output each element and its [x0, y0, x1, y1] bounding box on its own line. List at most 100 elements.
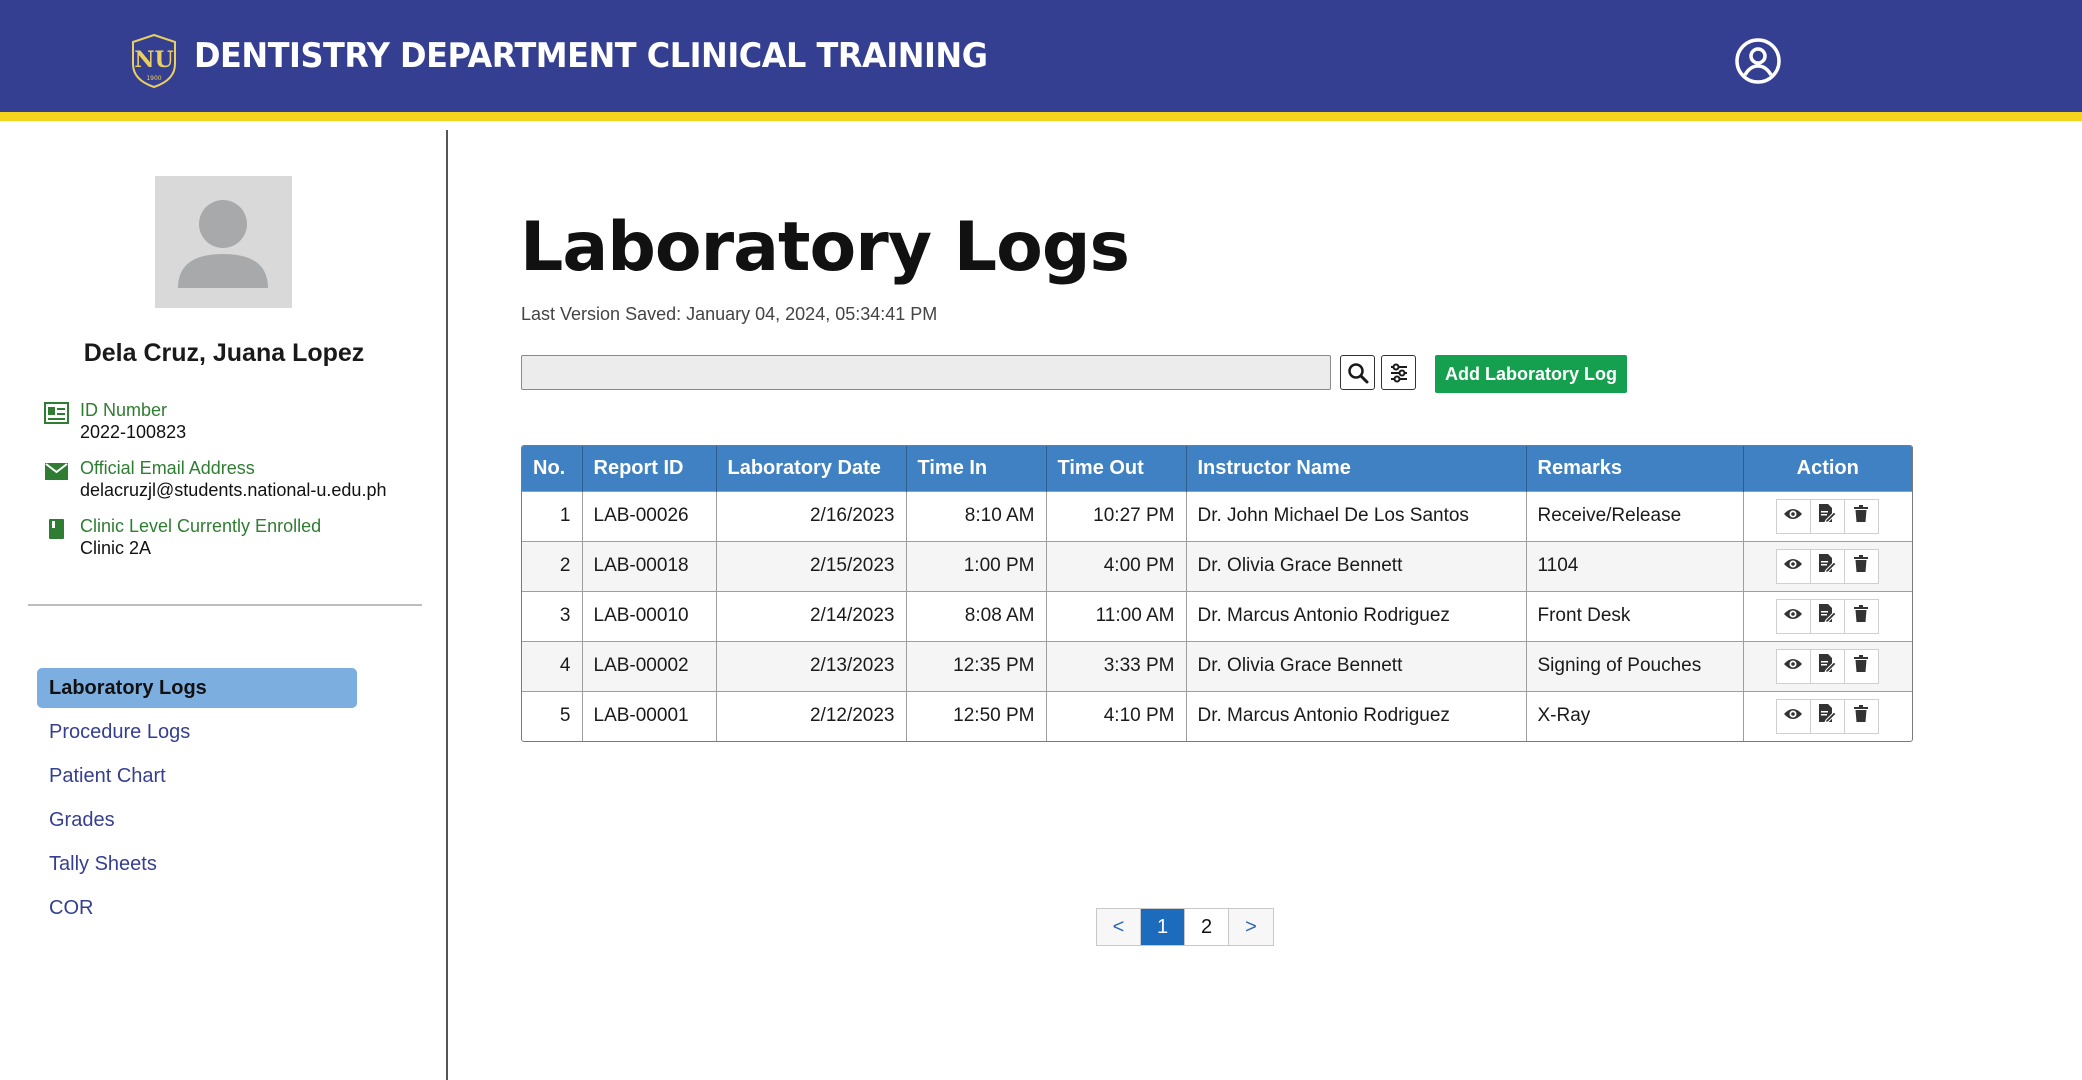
pagination: < 1 2 >	[1096, 908, 1274, 946]
trash-icon	[1854, 504, 1869, 528]
table-cell: Front Desk	[1526, 590, 1744, 641]
add-laboratory-log-button[interactable]: Add Laboratory Log	[1435, 355, 1627, 393]
avatar-placeholder-icon	[178, 200, 268, 288]
sidebar-nav: Laboratory Logs Procedure Logs Patient C…	[37, 668, 357, 932]
table-cell: LAB-00002	[582, 640, 717, 691]
sidebar-item-cor[interactable]: COR	[37, 888, 357, 928]
table-cell: 12:35 PM	[906, 640, 1047, 691]
delete-button[interactable]	[1843, 648, 1879, 684]
sidebar-item-tally-sheets[interactable]: Tally Sheets	[37, 844, 357, 884]
book-icon	[49, 519, 64, 539]
table-cell: LAB-00018	[582, 540, 717, 591]
eye-icon	[1783, 505, 1803, 527]
table-cell: Dr. Marcus Antonio Rodriguez	[1186, 690, 1527, 741]
column-header: Action	[1743, 446, 1912, 491]
sidebar: Dela Cruz, Juana Lopez ID Number 2022-10…	[0, 130, 448, 1080]
table-cell: 4:00 PM	[1046, 540, 1187, 591]
id-number-label: ID Number	[80, 400, 168, 420]
id-number-value: 2022-100823	[80, 422, 187, 442]
sidebar-item-patient-chart[interactable]: Patient Chart	[37, 756, 357, 796]
edit-button[interactable]	[1809, 498, 1845, 534]
view-button[interactable]	[1775, 548, 1811, 584]
table-row: 5 LAB-00001 2/12/2023 12:50 PM 4:10 PM Dr. Ma…	[522, 690, 1912, 741]
edit-document-icon	[1818, 553, 1837, 579]
table-row: 2 LAB-00018 2/15/2023 1:00 PM 4:00 PM Dr. Oli…	[522, 540, 1912, 591]
table-cell: 2/13/2023	[716, 640, 907, 691]
delete-button[interactable]	[1843, 698, 1879, 734]
search-icon	[1347, 362, 1368, 383]
sidebar-divider	[28, 604, 422, 606]
table-cell: Dr. Olivia Grace Bennett	[1186, 540, 1527, 591]
edit-button[interactable]	[1809, 648, 1845, 684]
eye-icon	[1783, 555, 1803, 577]
email-label: Official Email Address	[80, 458, 255, 478]
prev-page-button[interactable]: <	[1097, 909, 1141, 945]
delete-button[interactable]	[1843, 548, 1879, 584]
column-header: Laboratory Date	[716, 446, 907, 491]
app-title: DENTISTRY DEPARTMENT CLINICAL TRAINING	[194, 36, 988, 76]
edit-button[interactable]	[1809, 598, 1845, 634]
table-header-row: No. Report ID Laboratory Date Time In Ti…	[522, 446, 1912, 491]
clinic-level-label: Clinic Level Currently Enrolled	[80, 516, 322, 536]
page-button-2[interactable]: 2	[1185, 909, 1229, 945]
table-cell: 4	[522, 640, 583, 691]
action-cell	[1743, 590, 1912, 641]
edit-document-icon	[1818, 703, 1837, 729]
edit-document-icon	[1818, 603, 1837, 629]
column-header: Time In	[906, 446, 1047, 491]
table-cell: 4:10 PM	[1046, 690, 1187, 741]
search-input[interactable]	[521, 355, 1331, 390]
eye-icon	[1783, 605, 1803, 627]
table-cell: 1104	[1526, 540, 1744, 591]
view-button[interactable]	[1775, 648, 1811, 684]
view-button[interactable]	[1775, 698, 1811, 734]
sidebar-item-laboratory-logs[interactable]: Laboratory Logs	[37, 668, 357, 708]
trash-icon	[1854, 604, 1869, 628]
page-button-1[interactable]: 1	[1141, 909, 1185, 945]
user-account-icon[interactable]	[1734, 37, 1782, 85]
laboratory-logs-table: No. Report ID Laboratory Date Time In Ti…	[521, 445, 1913, 742]
edit-document-icon	[1818, 653, 1837, 679]
eye-icon	[1783, 705, 1803, 727]
table-cell: 2/15/2023	[716, 540, 907, 591]
table-row: 1 LAB-00026 2/16/2023 8:10 AM 10:27 PM Dr. Jo…	[522, 490, 1912, 541]
top-header: NU 1900 DENTISTRY DEPARTMENT CLINICAL TR…	[0, 0, 2082, 121]
table-cell: 8:10 AM	[906, 490, 1047, 541]
sidebar-item-grades[interactable]: Grades	[37, 800, 357, 840]
view-button[interactable]	[1775, 598, 1811, 634]
column-header: No.	[522, 446, 583, 491]
table-cell: 3	[522, 590, 583, 641]
trash-icon	[1854, 554, 1869, 578]
trash-icon	[1854, 654, 1869, 678]
edit-button[interactable]	[1809, 548, 1845, 584]
table-cell: 1	[522, 490, 583, 541]
edit-button[interactable]	[1809, 698, 1845, 734]
eye-icon	[1783, 655, 1803, 677]
table-cell: 2/14/2023	[716, 590, 907, 641]
sidebar-item-procedure-logs[interactable]: Procedure Logs	[37, 712, 357, 752]
sliders-icon	[1390, 363, 1407, 382]
column-header: Instructor Name	[1186, 446, 1527, 491]
column-header: Remarks	[1526, 446, 1744, 491]
next-page-button[interactable]: >	[1229, 909, 1273, 945]
table-cell: Dr. Olivia Grace Bennett	[1186, 640, 1527, 691]
university-logo-icon: NU 1900	[132, 34, 176, 88]
table-cell: 2/12/2023	[716, 690, 907, 741]
column-header: Report ID	[582, 446, 717, 491]
id-card-icon	[44, 402, 69, 424]
table-cell: Signing of Pouches	[1526, 640, 1744, 691]
filter-button[interactable]	[1381, 355, 1416, 390]
table-cell: 2/16/2023	[716, 490, 907, 541]
delete-button[interactable]	[1843, 498, 1879, 534]
search-button[interactable]	[1340, 355, 1375, 390]
action-cell	[1743, 640, 1912, 691]
delete-button[interactable]	[1843, 598, 1879, 634]
table-cell: 5	[522, 690, 583, 741]
table-cell: 8:08 AM	[906, 590, 1047, 641]
table-cell: LAB-00026	[582, 490, 717, 541]
view-button[interactable]	[1775, 498, 1811, 534]
last-saved-text: Last Version Saved: January 04, 2024, 05…	[521, 304, 938, 324]
table-cell: 2	[522, 540, 583, 591]
student-name: Dela Cruz, Juana Lopez	[83, 339, 365, 367]
page-title: Laboratory Logs	[520, 208, 1130, 287]
